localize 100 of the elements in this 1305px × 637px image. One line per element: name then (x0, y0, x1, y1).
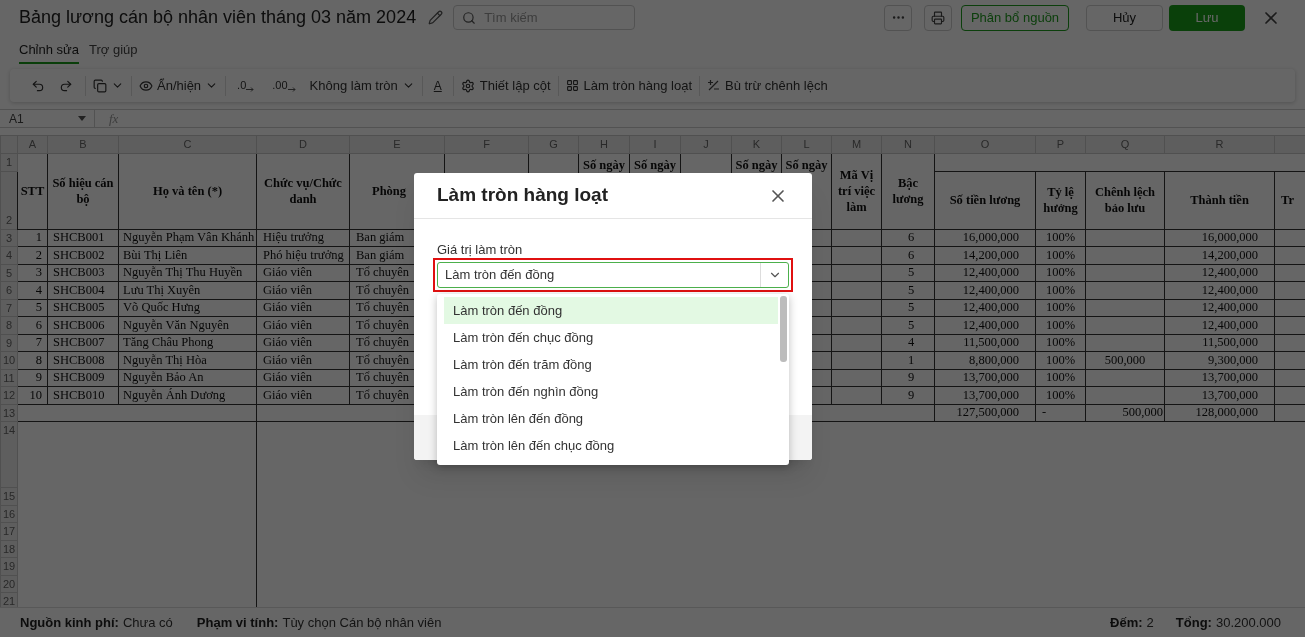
edit-icon[interactable] (428, 10, 444, 25)
header-cell: Họ và tên (*) (118, 153, 257, 229)
table-cell: SHCB005 (47, 299, 119, 317)
tab[interactable]: Trợ giúp (89, 38, 138, 64)
table-cell: 16,000,000 (934, 229, 1036, 247)
copy-icon (93, 78, 107, 93)
table-cell: Giáo viên (256, 334, 350, 352)
status-value: Tùy chọn Cán bộ nhân viên (282, 613, 442, 632)
triangle-down-icon (78, 116, 86, 121)
table-cell: Giáo viên (256, 369, 350, 387)
hide-show-button[interactable]: Ẩn/hiện (139, 75, 219, 96)
status-label: Phạm vi tính: (196, 613, 279, 632)
table-cell: 6 (17, 316, 48, 334)
table-cell: 100% (1035, 386, 1086, 404)
scrollbar[interactable] (780, 296, 787, 362)
table-cell: 14,200,000 (934, 246, 1036, 264)
more-button[interactable] (884, 4, 912, 31)
status-value: 2 (1146, 613, 1154, 632)
offset-button[interactable]: Bù trừ chênh lệch (707, 75, 828, 96)
header-cell: Mã Vị trí việc làm (831, 153, 882, 229)
table-cell: 12,400,000 (934, 299, 1036, 317)
table-cell: Nguyễn Thị Hòa (118, 351, 257, 369)
table-cell: Nguyễn Ánh Dương (118, 386, 257, 404)
grid-icon (565, 79, 579, 92)
header-cell: Số tiền lương (934, 171, 1036, 229)
undo-icon (31, 78, 45, 93)
document-title: Bảng lương cán bộ nhân viên tháng 03 năm 2024 (19, 6, 417, 29)
table-cell: Võ Quốc Hưng (118, 299, 257, 317)
table-cell: Giáo viên (256, 386, 350, 404)
table-cell: 16,000,000 (1164, 229, 1275, 247)
table-cell: Tăng Châu Phong (118, 334, 257, 352)
column-setup-button[interactable]: Thiết lập cột (460, 75, 551, 96)
table-cell: 100% (1035, 299, 1086, 317)
table-cell: Phó hiệu trưởng (256, 246, 350, 264)
table-cell: 12,400,000 (1164, 281, 1275, 299)
table-cell: 4 (881, 334, 935, 352)
table-cell: 9 (881, 369, 935, 387)
batch-round-button[interactable]: Làm tròn hàng loạt (565, 75, 692, 96)
table-cell: 9 (17, 369, 48, 387)
header-cell: Tỷ lệ hưởng (1035, 171, 1086, 229)
header-button[interactable]: Phân bổ nguồn (961, 4, 1069, 31)
table-cell: SHCB010 (47, 386, 119, 404)
table-cell: 12,400,000 (1164, 299, 1275, 317)
cell-name-box[interactable]: A1 (0, 110, 95, 127)
table-cell: 5 (881, 264, 935, 282)
header-cell: Chức vụ/Chức danh (256, 153, 350, 229)
table-cell: 9,300,000 (1164, 351, 1275, 369)
status-value: 30.200.000 (1215, 613, 1281, 632)
table-cell: 13,700,000 (934, 386, 1036, 404)
table-cell: Bùi Thị Liên (118, 246, 257, 264)
table-cell: 7 (17, 334, 48, 352)
eye-icon (139, 78, 153, 93)
table-cell: 13,700,000 (934, 369, 1036, 387)
table-cell: 100% (1035, 246, 1086, 264)
plus-minus-icon (707, 79, 720, 92)
table-cell: 100% (1035, 281, 1086, 299)
dropdown-option[interactable]: Làm tròn đến đồng (444, 297, 778, 324)
table-cell: SHCB001 (47, 229, 119, 247)
search-icon (462, 10, 477, 25)
table-cell: 100% (1035, 351, 1086, 369)
table-cell: 8,800,000 (934, 351, 1036, 369)
table-cell: Giáo viên (256, 281, 350, 299)
rounding-select[interactable]: Làm tròn đến đồng (437, 262, 789, 288)
table-cell: 11,500,000 (1164, 334, 1275, 352)
print-button[interactable] (924, 4, 952, 31)
table-cell: 100% (1035, 369, 1086, 387)
table-cell: 12,400,000 (934, 281, 1036, 299)
table-cell: 10 (17, 386, 48, 404)
table-cell: 3 (17, 264, 48, 282)
table-cell: Nguyễn Bảo An (118, 369, 257, 387)
header-button[interactable]: Lưu (1169, 4, 1245, 31)
rounding-dropdown[interactable]: Không làm tròn (309, 75, 415, 96)
table-cell: 13,700,000 (1164, 369, 1275, 387)
copy-button[interactable] (93, 78, 124, 93)
table-cell: 1 (17, 229, 48, 247)
table-cell: Nguyễn Thị Thu Huyền (118, 264, 257, 282)
table-cell: 5 (881, 281, 935, 299)
table-cell: 11,500,000 (934, 334, 1036, 352)
header-cell: Số hiệu cán bộ (47, 153, 119, 229)
total-cell: 127,500,000 (934, 404, 1036, 422)
table-cell: 4 (17, 281, 48, 299)
table-cell: SHCB006 (47, 316, 119, 334)
font-color-button[interactable]: A (429, 76, 446, 95)
increase-decimal-button[interactable]: .00 (268, 77, 300, 94)
table-cell: 1 (881, 351, 935, 369)
table-cell: Giáo viên (256, 351, 350, 369)
header-cell: Bậc lương (881, 153, 935, 229)
decrease-decimal-button[interactable]: .0 (233, 77, 259, 94)
table-cell: Lưu Thị Xuyên (118, 281, 257, 299)
status-label: Tổng: (1175, 613, 1212, 632)
tab[interactable]: Chỉnh sửa (19, 38, 79, 64)
table-cell: SHCB003 (47, 264, 119, 282)
header-button[interactable]: Hủy (1086, 4, 1163, 31)
arrow-icon (287, 86, 296, 92)
total-cell: 500,000 (1085, 404, 1165, 422)
arrow-icon (246, 86, 255, 92)
status-label: Đếm: (1110, 613, 1143, 632)
status-label: Nguồn kinh phí: (20, 613, 119, 632)
table-cell: Giáo viên (256, 299, 350, 317)
table-cell: Giáo viên (256, 264, 350, 282)
